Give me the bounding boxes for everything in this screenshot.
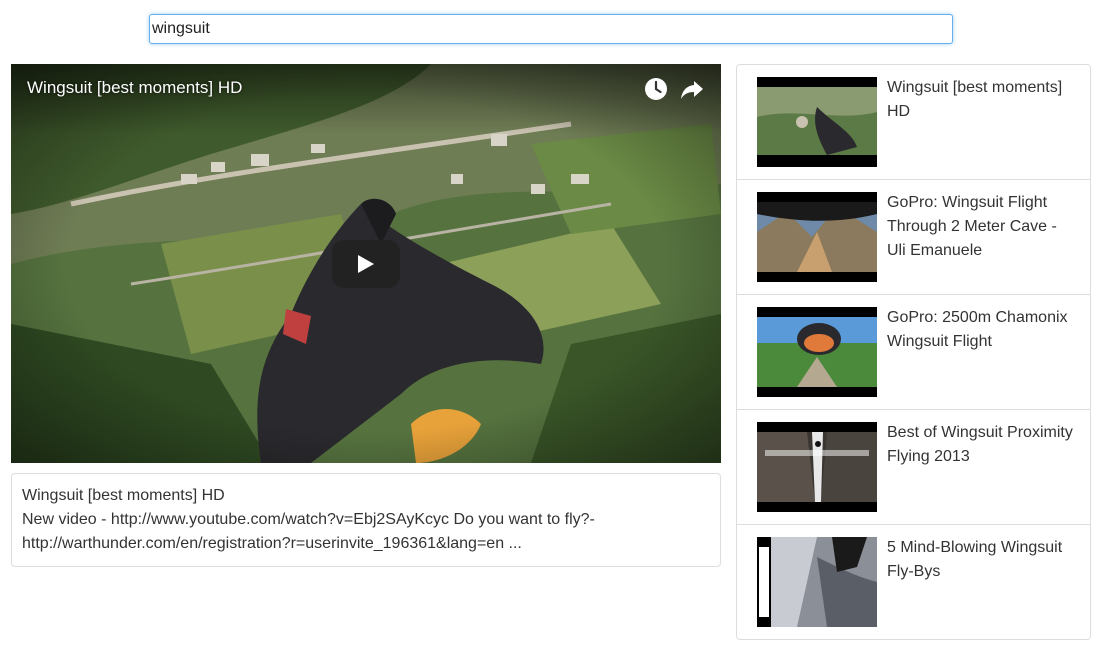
video-thumbnail[interactable] bbox=[757, 77, 877, 167]
player-title[interactable]: Wingsuit [best moments] HD bbox=[27, 78, 242, 98]
list-item[interactable]: Wingsuit [best moments] HD bbox=[737, 65, 1090, 180]
list-item-title[interactable]: Best of Wingsuit Proximity Flying 2013 bbox=[887, 421, 1077, 469]
play-icon bbox=[358, 255, 374, 273]
search-bar bbox=[149, 14, 953, 44]
video-list: Wingsuit [best moments] HD GoPro: Wingsu… bbox=[736, 64, 1091, 640]
list-item-title[interactable]: GoPro: Wingsuit Flight Through 2 Meter C… bbox=[887, 191, 1077, 263]
list-item-title[interactable]: 5 Mind-Blowing Wingsuit Fly-Bys bbox=[887, 536, 1077, 584]
clock-icon[interactable] bbox=[643, 76, 669, 102]
share-icon[interactable] bbox=[679, 76, 705, 102]
list-item[interactable]: Best of Wingsuit Proximity Flying 2013 bbox=[737, 410, 1090, 525]
video-thumbnail[interactable] bbox=[757, 537, 877, 627]
list-item[interactable]: GoPro: 2500m Chamonix Wingsuit Flight bbox=[737, 295, 1090, 410]
list-item[interactable]: 5 Mind-Blowing Wingsuit Fly-Bys bbox=[737, 525, 1090, 639]
video-thumbnail[interactable] bbox=[757, 307, 877, 397]
video-thumbnail[interactable] bbox=[757, 422, 877, 512]
description-title: Wingsuit [best moments] HD bbox=[22, 487, 225, 504]
video-player[interactable]: Wingsuit [best moments] HD bbox=[11, 64, 721, 463]
play-button[interactable] bbox=[332, 240, 400, 288]
player-top-gradient bbox=[11, 64, 721, 134]
list-item-title[interactable]: Wingsuit [best moments] HD bbox=[887, 76, 1077, 124]
list-item-title[interactable]: GoPro: 2500m Chamonix Wingsuit Flight bbox=[887, 306, 1077, 354]
search-input[interactable] bbox=[149, 14, 953, 44]
description-text: New video - http://www.youtube.com/watch… bbox=[22, 511, 595, 552]
video-thumbnail[interactable] bbox=[757, 192, 877, 282]
list-item[interactable]: GoPro: Wingsuit Flight Through 2 Meter C… bbox=[737, 180, 1090, 295]
video-description-panel: Wingsuit [best moments] HD New video - h… bbox=[11, 473, 721, 567]
